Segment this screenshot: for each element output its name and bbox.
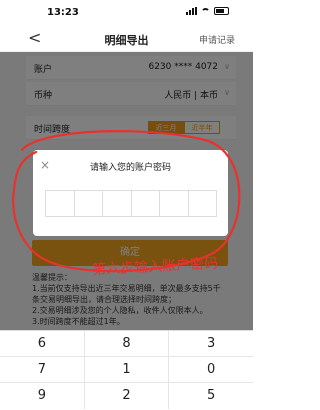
modal-title: 请输入您的账户密码 [89,163,171,173]
keypad-row: 7 1 0 [0,357,253,383]
password-digit-box [189,191,217,216]
keypad-key[interactable]: 2 [85,383,170,409]
password-digit-box [75,191,103,216]
password-digit-box [46,191,75,216]
keypad-key[interactable]: 3 [169,331,253,356]
password-digit-box [103,191,132,216]
keypad-key[interactable]: 7 [0,357,85,382]
keypad-row: 6 8 3 [0,331,253,357]
battery-icon [214,7,229,15]
wifi-icon [201,7,210,15]
apply-record-link[interactable]: 申请记录 [199,33,235,46]
status-time: 13:23 [47,7,79,18]
password-modal: × 请输入您的账户密码 [33,150,228,236]
keypad-key[interactable]: 5 [169,383,253,409]
password-digit-box [132,191,160,216]
nav-bar: < 明细导出 申请记录 [0,26,253,52]
keypad-key[interactable]: 6 [0,331,85,356]
keypad-key[interactable]: 9 [0,383,85,409]
keypad-row: 9 2 5 [0,383,253,409]
status-bar: 13:23 [0,0,253,26]
status-icons [186,7,229,15]
numeric-keypad: 6 8 3 7 1 0 9 2 5 [0,330,253,410]
signal-icon [186,7,197,15]
password-input[interactable] [45,190,217,217]
keypad-key[interactable]: 0 [169,357,253,382]
keypad-key[interactable]: 8 [85,331,170,356]
keypad-key[interactable]: 1 [85,357,170,382]
password-digit-box [160,191,189,216]
